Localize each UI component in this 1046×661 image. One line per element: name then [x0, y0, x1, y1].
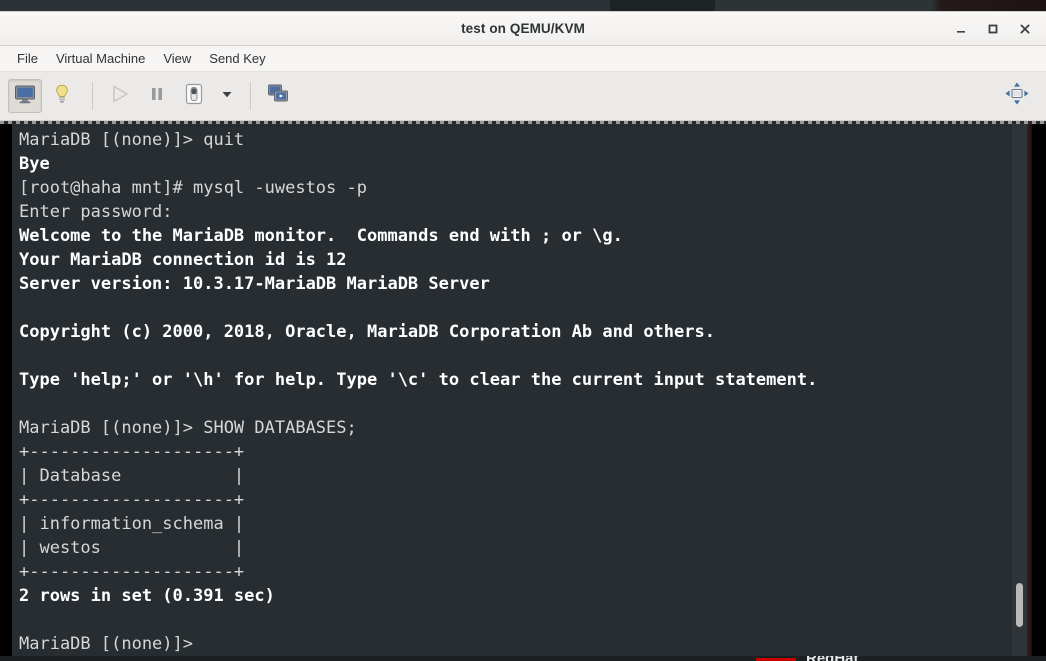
terminal-line: +--------------------+ [19, 442, 245, 462]
close-button[interactable] [1010, 16, 1040, 42]
terminal-line: Your MariaDB connection id is 12 [19, 250, 347, 270]
toolbar-separator-2 [250, 82, 251, 110]
resize-arrows-icon [1004, 81, 1030, 112]
menu-bar: File Virtual Machine View Send Key [0, 46, 1046, 72]
maximize-button[interactable] [978, 16, 1008, 42]
snapshots-button[interactable] [261, 79, 295, 113]
terminal-line: +--------------------+ [19, 562, 245, 582]
chevron-down-icon [220, 87, 234, 106]
menu-item-send-key[interactable]: Send Key [200, 48, 274, 69]
window-title: test on QEMU/KVM [461, 21, 585, 36]
virt-manager-window: test on QEMU/KVM File Virtual Machine Vi… [0, 11, 1046, 661]
toolbar [0, 72, 1046, 121]
console-scrollbar[interactable] [1012, 124, 1027, 661]
show-details-button[interactable] [45, 79, 79, 113]
terminal-line: +--------------------+ [19, 490, 245, 510]
screenshot-root: test on QEMU/KVM File Virtual Machine Vi… [0, 0, 1046, 661]
terminal-line: Bye [19, 154, 50, 174]
terminal-line: MariaDB [(none)]> SHOW DATABASES; [19, 418, 357, 438]
lightbulb-icon [50, 82, 74, 111]
vm-console[interactable]: MariaDB [(none)]> quit Bye [root@haha mnt]… [0, 121, 1046, 661]
terminal-line: | Database | [19, 466, 245, 486]
menu-item-view[interactable]: View [154, 48, 200, 69]
desktop-background-strip [0, 0, 1046, 11]
window-controls [946, 12, 1040, 45]
terminal-text: MariaDB [(none)]> quit Bye [root@haha mnt]… [19, 128, 1012, 656]
pause-button[interactable] [140, 79, 174, 113]
play-icon [109, 83, 131, 110]
minimize-icon [954, 22, 968, 36]
console-right-gutter [1027, 124, 1046, 661]
terminal-line: MariaDB [(none)]> quit [19, 130, 245, 150]
console-scrollbar-thumb[interactable] [1016, 583, 1023, 627]
close-icon [1018, 22, 1032, 36]
terminal-line: [root@haha mnt]# mysql -uwestos -p [19, 178, 367, 198]
minimize-button[interactable] [946, 16, 976, 42]
pause-icon [146, 83, 168, 110]
terminal-line: 2 rows in set (0.391 sec) [19, 586, 275, 606]
terminal-line: Enter password: [19, 202, 173, 222]
terminal-surface[interactable]: MariaDB [(none)]> quit Bye [root@haha mnt]… [12, 124, 1012, 661]
run-button[interactable] [103, 79, 137, 113]
terminal-line: | westos | [19, 538, 245, 558]
shutdown-button[interactable] [177, 79, 211, 113]
maximize-icon [986, 22, 1000, 36]
title-bar: test on QEMU/KVM [0, 12, 1046, 46]
guest-bottom-strip: RedHat [0, 656, 1046, 661]
shutdown-menu-button[interactable] [214, 79, 240, 113]
monitor-icon [13, 82, 37, 111]
screens-icon [266, 82, 290, 111]
power-switch-icon [182, 82, 206, 111]
fullscreen-button[interactable] [1000, 79, 1034, 113]
terminal-line: Copyright (c) 2000, 2018, Oracle, MariaD… [19, 322, 715, 342]
console-right-seam [1027, 124, 1032, 661]
desktop-seam [610, 0, 715, 11]
menu-item-virtual-machine[interactable]: Virtual Machine [47, 48, 154, 69]
redhat-brand-text: RedHat [806, 656, 859, 661]
terminal-line: Server version: 10.3.17-MariaDB MariaDB … [19, 274, 490, 294]
terminal-line: Welcome to the MariaDB monitor. Commands… [19, 226, 623, 246]
terminal-line: MariaDB [(none)]> [19, 634, 193, 654]
terminal-line: | information_schema | [19, 514, 245, 534]
show-console-button[interactable] [8, 79, 42, 113]
toolbar-separator-1 [92, 82, 93, 110]
terminal-line: Type 'help;' or '\h' for help. Type '\c'… [19, 370, 818, 390]
menu-item-file[interactable]: File [8, 48, 47, 69]
